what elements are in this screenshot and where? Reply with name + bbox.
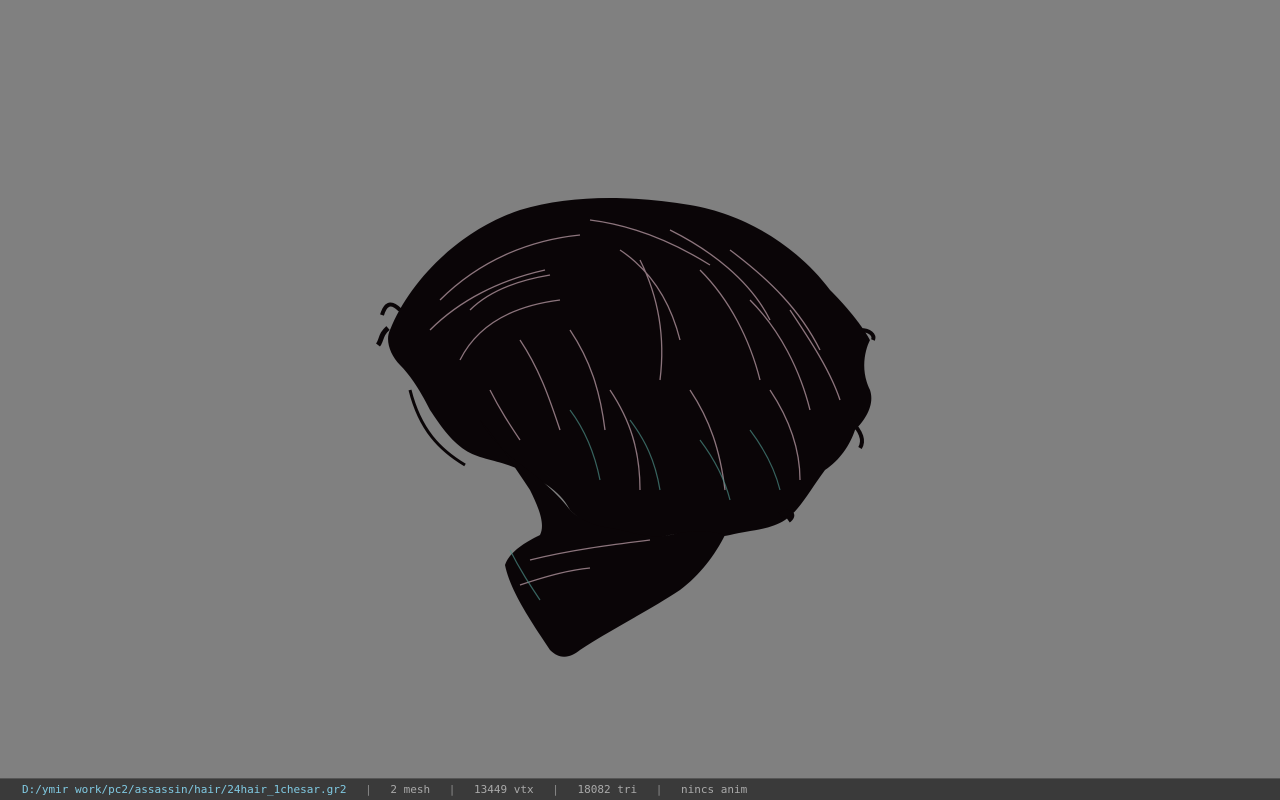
hair-mass <box>388 198 872 538</box>
mesh-count-label: 2 mesh <box>390 783 431 796</box>
triangle-count-label: 18082 tri <box>577 783 638 796</box>
separator: | <box>448 783 456 796</box>
vertex-count-label: 13449 vtx <box>474 783 534 796</box>
3d-viewport[interactable] <box>0 0 1280 778</box>
separator: | <box>365 783 372 796</box>
anim-status-label: nincs anim <box>680 783 748 796</box>
file-path-label: D:/ymir work/pc2/assassin/hair/24hair_1c… <box>22 783 347 796</box>
hair-model-render <box>375 198 876 657</box>
separator: | <box>552 783 559 796</box>
model-viewer-app: D:/ymir work/pc2/assassin/hair/24hair_1c… <box>0 0 1280 800</box>
separator: | <box>655 783 663 796</box>
status-bar: D:/ymir work/pc2/assassin/hair/24hair_1c… <box>0 778 1280 800</box>
